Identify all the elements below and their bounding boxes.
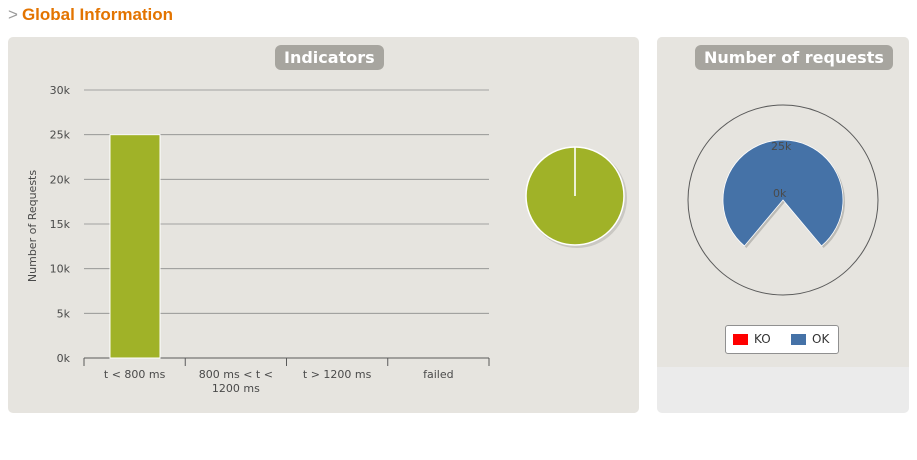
gauge-min-label: 0k <box>773 187 787 200</box>
indicators-title: Indicators <box>275 45 384 70</box>
indicators-chart: 0k 5k 10k 15k 20k 25k 30k Number of Requests t <… <box>26 84 627 395</box>
legend-ko-label: KO <box>754 332 771 346</box>
requests-legend: KO OK <box>725 325 839 354</box>
legend-item-ok[interactable]: OK <box>791 332 829 346</box>
requests-gauge: 25k 0k <box>687 104 879 296</box>
y-tick-label: 10k <box>50 263 71 276</box>
bar <box>109 134 161 359</box>
requests-panel: 25k 0k Number of requests KO OK <box>657 37 909 413</box>
legend-ko-swatch <box>733 333 748 345</box>
y-tick-label: 25k <box>50 129 71 142</box>
indicators-panel: 0k 5k 10k 15k 20k 25k 30k Number of Requests t <… <box>8 37 639 413</box>
section-arrow-icon: > <box>8 5 18 24</box>
x-category-label: 1200 ms <box>212 382 260 395</box>
requests-title: Number of requests <box>695 45 893 70</box>
x-category-label: t < 800 ms <box>104 368 166 381</box>
section-title: > Global Information <box>8 5 173 25</box>
legend-item-ko[interactable]: KO <box>733 332 771 346</box>
y-tick-label: 0k <box>57 352 71 365</box>
x-category-label: 800 ms < t < <box>199 368 273 381</box>
x-category-label: failed <box>423 368 453 381</box>
x-category-label: t > 1200 ms <box>303 368 372 381</box>
y-tick-label: 5k <box>57 307 71 320</box>
legend-ok-label: OK <box>812 332 830 346</box>
y-tick-label: 30k <box>50 84 71 97</box>
y-tick-label: 20k <box>50 173 71 186</box>
section-title-text: Global Information <box>21 5 174 24</box>
y-tick-label: 15k <box>50 218 71 231</box>
y-axis-label: Number of Requests <box>26 170 39 282</box>
legend-ok-swatch <box>791 333 806 345</box>
gauge-max-label: 25k <box>771 140 792 153</box>
